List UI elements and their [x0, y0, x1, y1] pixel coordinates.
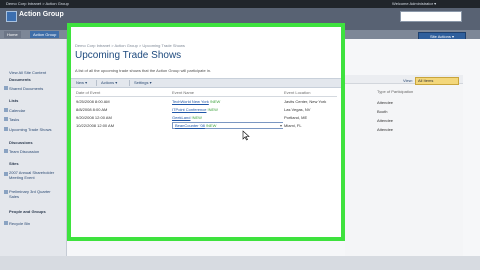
tab-home[interactable]: Home: [4, 31, 21, 38]
column-header-date[interactable]: Date of Event: [75, 89, 171, 97]
nav-item-sales-site[interactable]: Preliminary 3rd Quarter Sales: [9, 189, 61, 199]
cell-location: Miami, FL: [284, 122, 302, 128]
cell-location: Las Vegas, NV: [284, 106, 311, 112]
document-library-icon: [4, 86, 8, 90]
nav-item-upcoming-trade-shows[interactable]: Upcoming Trade Shows: [9, 127, 51, 132]
nav-item-tasks[interactable]: Tasks: [9, 117, 19, 122]
page-description: A list of all the upcoming trade shows t…: [75, 68, 212, 73]
cell-name: TechWorld New York!NEW: [171, 97, 283, 106]
list-icon: [4, 127, 8, 131]
cell-name: ITPoint Conference!NEW: [171, 105, 283, 113]
footer-strip: [0, 256, 480, 270]
nav-section-sites[interactable]: Sites: [9, 161, 19, 166]
new-menu-button[interactable]: New ▾: [76, 79, 87, 87]
list-icon: [4, 108, 8, 112]
column-header-location[interactable]: Event Location: [283, 89, 337, 97]
view-selector[interactable]: All Items: [415, 77, 459, 85]
table-row: 9/20/2008 12:00 AM GeekLand!NEW Portland…: [75, 113, 337, 121]
event-link[interactable]: TechWorld New York: [172, 99, 209, 104]
highlight-frame: Demo Corp Intranet > Action Group > Upco…: [67, 23, 345, 241]
right-column: View: All Items Type of Participation At…: [345, 75, 463, 270]
nav-item-shareholder-meeting[interactable]: 2007 Annual Shareholder Meeting Event: [9, 170, 61, 180]
search-input[interactable]: [400, 11, 462, 22]
recycle-bin-icon: [4, 221, 8, 225]
trade-shows-table: Date of Event Event Name Event Location …: [75, 89, 337, 129]
view-all-content-link[interactable]: View All Site Content: [9, 70, 46, 75]
cell-name: BeanCounter '08!NEW ▾: [171, 121, 283, 129]
actions-menu-button[interactable]: Actions ▾: [101, 79, 117, 87]
table-row: 8/8/2008 8:00 AM ITPoint Conference!NEW …: [75, 105, 337, 113]
toolbar-divider: [96, 80, 97, 86]
nav-section-people-groups[interactable]: People and Groups: [9, 209, 46, 214]
table-header-row: Date of Event Event Name Event Location: [75, 89, 337, 97]
cell-type: Attendee: [377, 127, 394, 132]
column-header-type[interactable]: Type of Participation: [377, 89, 413, 94]
new-badge: !NEW: [191, 114, 202, 120]
column-header-name-label: Event Name: [172, 90, 195, 95]
dropdown-arrow-icon[interactable]: ▾: [280, 123, 282, 128]
list-toolbar: New ▾ Actions ▾ Settings ▾: [71, 78, 341, 88]
view-bar: View: All Items: [345, 75, 463, 85]
site-title[interactable]: Action Group: [19, 11, 64, 18]
site-icon: [4, 190, 8, 194]
recycle-bin-link[interactable]: Recycle Bin: [9, 221, 30, 226]
nav-item-calendar[interactable]: Calendar: [9, 108, 25, 113]
cell-type: Attendee: [377, 118, 394, 123]
page-breadcrumb[interactable]: Demo Corp Intranet > Action Group > Upco…: [75, 43, 185, 48]
nav-item-team-discussion[interactable]: Team Discussion: [9, 149, 39, 154]
new-badge: !NEW: [209, 98, 221, 104]
cell-date: 8/8/2008 8:00 AM: [76, 106, 108, 112]
site-icon: [4, 172, 8, 176]
cell-date: 9/25/2008 8:00 AM: [76, 98, 110, 104]
discussion-icon: [4, 149, 8, 153]
column-header-name[interactable]: Event Name: [171, 89, 283, 97]
welcome-menu[interactable]: Welcome Administrator ▾: [392, 0, 436, 8]
list-icon: [4, 117, 8, 121]
cell-date: 9/20/2008 12:00 AM: [76, 114, 112, 120]
nav-section-discussions[interactable]: Discussions: [9, 140, 33, 145]
cell-type: Attendee: [377, 100, 394, 105]
new-badge: !NEW: [205, 122, 217, 128]
table-row: 9/25/2008 8:00 AM TechWorld New York!NEW…: [75, 97, 337, 106]
event-link[interactable]: GeekLand: [172, 115, 190, 120]
event-link[interactable]: BeanCounter '08: [175, 123, 205, 128]
event-name-edit-control[interactable]: BeanCounter '08!NEW ▾: [172, 121, 283, 129]
nav-section-documents[interactable]: Documents: [9, 77, 31, 82]
new-badge: !NEW: [207, 106, 218, 112]
top-bar: Demo Corp Intranet > Action Group Welcom…: [0, 0, 480, 8]
settings-menu-button[interactable]: Settings ▾: [134, 79, 152, 87]
left-navigation: View All Site Content Documents Shared D…: [0, 39, 67, 270]
nav-section-lists[interactable]: Lists: [9, 98, 18, 103]
cell-type: Booth: [377, 109, 388, 114]
cell-name: GeekLand!NEW: [171, 113, 283, 121]
cell-location: Javits Center, New York: [284, 98, 327, 104]
top-breadcrumb[interactable]: Demo Corp Intranet > Action Group: [6, 0, 69, 8]
nav-item-shared-documents[interactable]: Shared Documents: [9, 86, 43, 91]
toolbar-divider: [129, 80, 130, 86]
cell-date: 10/22/2008 12:00 AM: [76, 122, 115, 128]
event-link[interactable]: ITPoint Conference: [172, 107, 206, 112]
site-logo-icon: [6, 11, 17, 22]
mouse-pointer-icon: [242, 130, 250, 141]
cell-location: Portland, ME: [284, 114, 308, 120]
table-row: 10/22/2008 12:00 AM BeanCounter '08!NEW …: [75, 121, 337, 129]
view-label: View:: [403, 78, 413, 83]
page-title: Upcoming Trade Shows: [75, 50, 182, 61]
tab-action-group[interactable]: Action Group: [30, 31, 60, 38]
